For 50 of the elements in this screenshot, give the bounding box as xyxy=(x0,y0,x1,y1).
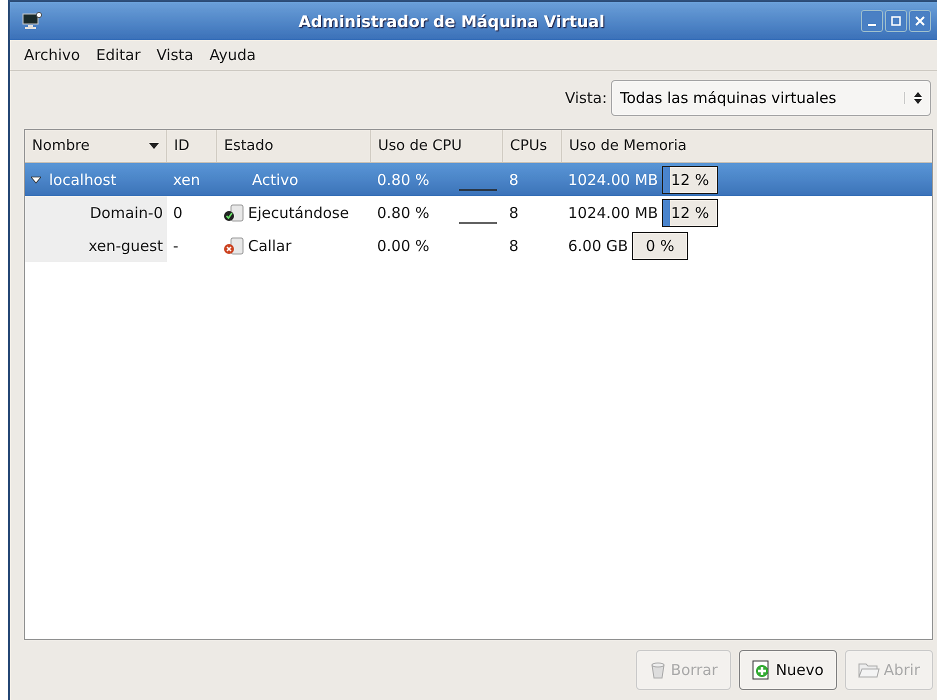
vm-row[interactable]: localhost xen Activo 0.80 % 8 1024.00 MB 12 % xyxy=(25,163,932,196)
vm-name: localhost xyxy=(49,170,116,188)
table-cell: 8 xyxy=(509,170,519,188)
table-cell: 0 xyxy=(173,204,183,222)
memory-bar: 12 % xyxy=(662,166,718,194)
memory-bar: 0 % xyxy=(632,232,688,260)
memory-bar: 12 % xyxy=(662,198,718,226)
expander-icon[interactable] xyxy=(31,174,41,184)
table-cell: 0.80 % xyxy=(377,204,430,222)
vm-name: xen-guest xyxy=(88,236,163,254)
column-header[interactable]: Estado xyxy=(217,130,371,162)
menu-item[interactable]: Ayuda xyxy=(204,43,262,67)
monitor-icon xyxy=(22,12,42,30)
menu-item[interactable]: Archivo xyxy=(18,43,86,67)
view-label: Vista: xyxy=(564,89,607,107)
status-text: Activo xyxy=(252,170,298,188)
column-header[interactable]: ID xyxy=(167,130,217,162)
folder-icon xyxy=(858,662,880,678)
window-title: Administrador de Máquina Virtual xyxy=(297,12,606,30)
updown-icon xyxy=(904,92,922,104)
server-check-icon xyxy=(223,204,245,222)
menu-item[interactable]: Editar xyxy=(90,43,146,67)
menu-item[interactable]: Vista xyxy=(150,43,200,67)
maximize-button[interactable] xyxy=(885,10,907,32)
table-cell: 1024.00 MB xyxy=(568,204,658,222)
new-button[interactable]: Nuevo xyxy=(738,650,837,690)
column-header[interactable]: Nombre xyxy=(25,130,167,162)
table-cell: - xyxy=(173,236,178,254)
trash-icon xyxy=(648,661,667,679)
table-cell: 6.00 GB xyxy=(568,236,628,254)
column-header[interactable]: Uso de Memoria xyxy=(562,130,932,162)
minimize-button[interactable] xyxy=(861,10,883,32)
column-header[interactable]: CPUs xyxy=(503,130,562,162)
status-text: Ejecutándose xyxy=(248,204,349,222)
maximize-icon xyxy=(891,16,901,26)
status-text: Callar xyxy=(248,236,292,254)
table-cell: 0.80 % xyxy=(377,170,430,188)
table-cell: xen xyxy=(173,170,200,188)
table-cell: 0.00 % xyxy=(377,236,430,254)
sort-icon xyxy=(149,143,159,149)
close-button[interactable] xyxy=(909,10,931,32)
vm-name: Domain-0 xyxy=(90,204,163,222)
minimize-icon xyxy=(868,24,876,26)
view-dropdown[interactable]: Todas las máquinas virtuales xyxy=(611,80,931,116)
table-cell: 8 xyxy=(509,236,519,254)
close-icon xyxy=(915,16,925,26)
table-cell: 1024.00 MB xyxy=(568,170,658,188)
table-cell: 8 xyxy=(509,204,519,222)
server-error-icon xyxy=(223,236,245,254)
column-header[interactable]: Uso de CPU xyxy=(371,130,503,162)
